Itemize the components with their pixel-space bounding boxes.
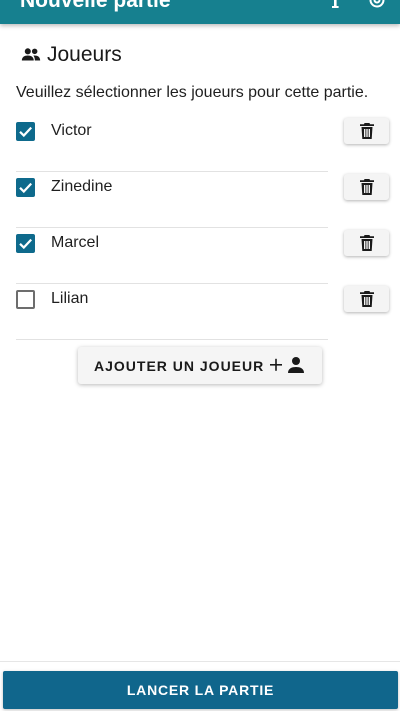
instruction-text: Veuillez sélectionner les joueurs pour c… — [16, 84, 369, 101]
row-divider — [16, 339, 328, 340]
trash-icon — [359, 291, 374, 307]
player-name: Zinedine — [51, 178, 113, 195]
trash-icon — [359, 235, 374, 251]
gear-icon[interactable] — [366, 0, 388, 12]
player-row: Zinedine — [16, 172, 389, 228]
player-row: Victor — [16, 116, 389, 172]
add-person-icon — [270, 357, 304, 373]
player-name: Lilian — [51, 290, 89, 307]
trash-icon — [359, 123, 374, 139]
player-checkbox[interactable] — [16, 234, 35, 253]
player-checkbox[interactable] — [16, 290, 35, 309]
launch-game-button[interactable]: LANCER LA PARTIE — [3, 671, 398, 709]
delete-player-button[interactable] — [344, 230, 389, 256]
footer-divider — [0, 661, 400, 662]
players-section-header: Joueurs — [20, 42, 122, 68]
player-checkbox[interactable] — [16, 122, 35, 141]
delete-player-button[interactable] — [344, 286, 389, 312]
delete-player-button[interactable] — [344, 174, 389, 200]
player-row: Marcel — [16, 228, 389, 284]
player-checkbox[interactable] — [16, 178, 35, 197]
trash-icon — [359, 179, 374, 195]
info-icon[interactable] — [324, 0, 346, 12]
page-title: Nouvelle partie — [20, 0, 171, 12]
delete-player-button[interactable] — [344, 118, 389, 144]
section-title: Joueurs — [47, 43, 122, 66]
launch-game-label: LANCER LA PARTIE — [126, 682, 275, 698]
app-bar: Nouvelle partie — [0, 0, 400, 24]
player-name: Victor — [51, 122, 92, 139]
add-player-label: AJOUTER UN JOUEUR — [94, 358, 265, 374]
group-icon — [21, 48, 41, 61]
add-player-button[interactable]: AJOUTER UN JOUEUR — [78, 347, 322, 384]
player-name: Marcel — [51, 234, 100, 251]
player-row: Lilian — [16, 284, 389, 340]
